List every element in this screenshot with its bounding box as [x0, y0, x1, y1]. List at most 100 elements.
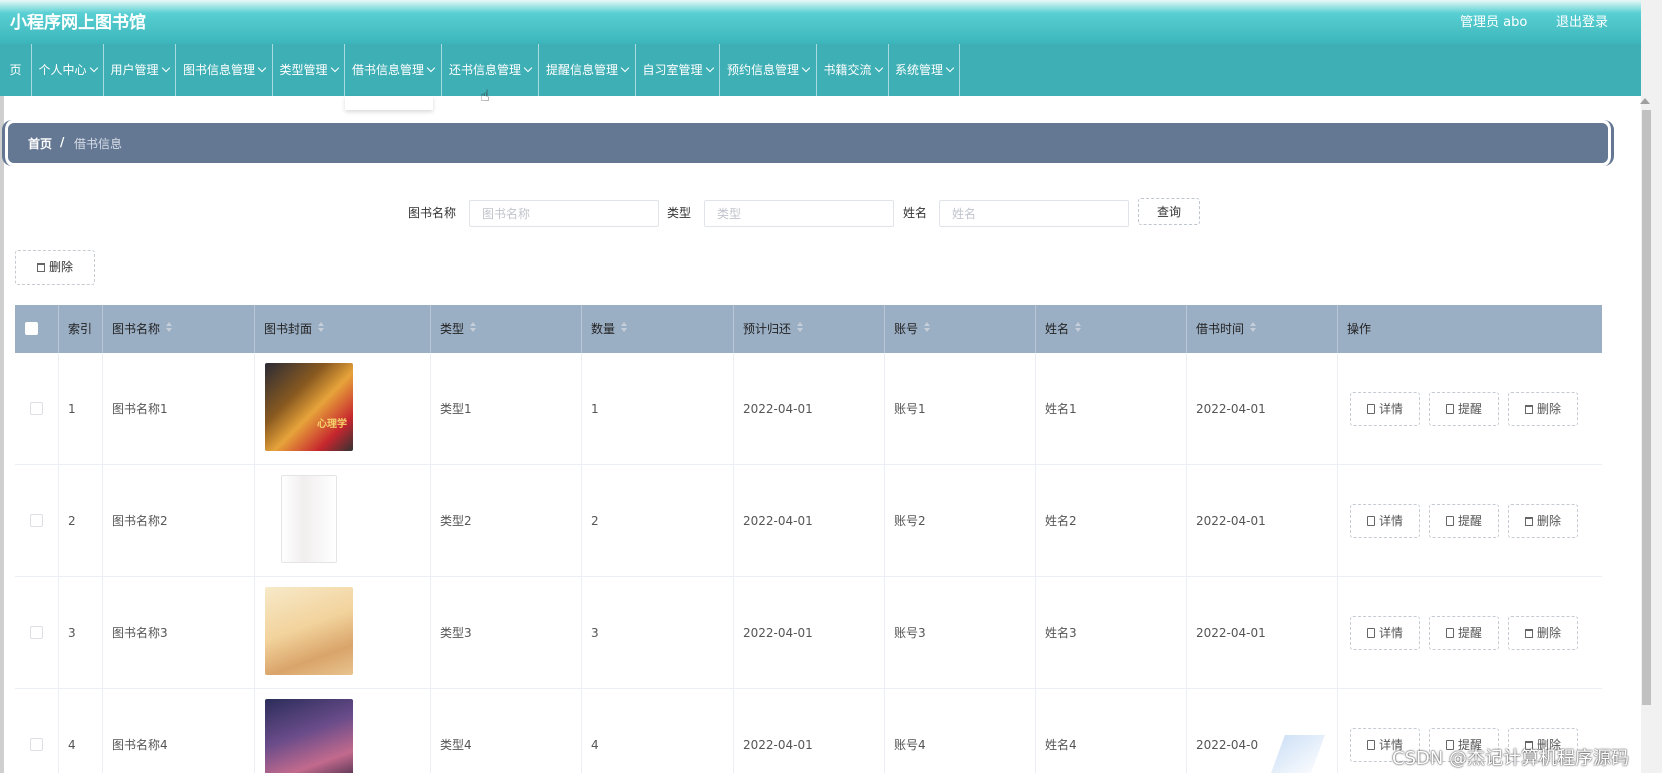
chevron-down-icon	[801, 63, 811, 73]
document-icon	[1445, 628, 1454, 638]
left-edge	[0, 96, 4, 773]
breadcrumb-home[interactable]: 首页	[28, 135, 52, 152]
cell-actions: 详情 提醒 删除	[1338, 353, 1602, 465]
name-input[interactable]	[939, 200, 1129, 227]
nav-item-borrow[interactable]: 借书信息管理	[344, 44, 441, 96]
cell-type: 类型4	[431, 689, 582, 773]
trash-icon	[36, 263, 45, 272]
header-account[interactable]: 账号	[885, 305, 1036, 353]
breadcrumb: 首页 / 借书信息	[8, 123, 1608, 163]
cell-account: 账号3	[885, 577, 1036, 689]
cell-index: 4	[59, 689, 103, 773]
cell-due-date: 2022-04-01	[734, 465, 885, 577]
book-cover-image[interactable]	[265, 699, 353, 773]
row-select-cell	[15, 465, 59, 577]
cell-cover	[255, 465, 431, 577]
cell-due-date: 2022-04-01	[734, 689, 885, 773]
scrollbar-thumb[interactable]	[1642, 110, 1651, 705]
row-checkbox[interactable]	[30, 626, 43, 639]
header-name[interactable]: 姓名	[1036, 305, 1187, 353]
sort-icon[interactable]	[470, 322, 477, 332]
logout-link[interactable]: 退出登录	[1556, 11, 1608, 30]
watermark-text: CSDN @杰记计算机程序源码	[1392, 748, 1630, 769]
header-due-date[interactable]: 预计归还	[734, 305, 885, 353]
nav-item-books[interactable]: 图书信息管理	[175, 44, 272, 96]
nav-item-reserve[interactable]: 预约信息管理	[719, 44, 816, 96]
nav-item-users[interactable]: 用户管理	[103, 44, 175, 96]
cell-quantity: 1	[582, 353, 734, 465]
cell-name: 姓名1	[1036, 353, 1187, 465]
sort-icon[interactable]	[1075, 322, 1082, 332]
cell-name: 姓名4	[1036, 689, 1187, 773]
scroll-up-icon[interactable]	[1640, 98, 1650, 104]
detail-button[interactable]: 详情	[1350, 392, 1420, 426]
nav-item-system[interactable]: 系统管理	[888, 44, 960, 96]
book-cover-image[interactable]	[281, 475, 337, 563]
cell-type: 类型2	[431, 465, 582, 577]
book-cover-image[interactable]	[265, 587, 353, 675]
cell-actions: 详情 提醒 删除	[1338, 577, 1602, 689]
document-icon	[1366, 628, 1375, 638]
breadcrumb-current: 借书信息	[74, 137, 123, 151]
book-name-input[interactable]	[469, 200, 659, 227]
cell-cover: 心理学	[255, 353, 431, 465]
select-all-checkbox[interactable]	[25, 322, 38, 335]
header-book-name[interactable]: 图书名称	[103, 305, 255, 353]
sort-icon[interactable]	[318, 322, 325, 332]
sort-icon[interactable]	[924, 322, 931, 332]
delete-button[interactable]: 删除	[1508, 504, 1578, 538]
nav-item-personal[interactable]: 个人中心	[31, 44, 103, 96]
cell-index: 3	[59, 577, 103, 689]
nav-item-types[interactable]: 类型管理	[272, 44, 344, 96]
row-checkbox[interactable]	[30, 514, 43, 527]
cell-quantity: 4	[582, 689, 734, 773]
book-cover-image[interactable]: 心理学	[265, 363, 353, 451]
cell-quantity: 3	[582, 577, 734, 689]
header-cover[interactable]: 图书封面	[255, 305, 431, 353]
trash-icon	[1524, 517, 1533, 526]
type-label: 类型	[667, 206, 692, 220]
batch-delete-button[interactable]: 删除	[15, 250, 95, 285]
dropdown-menu	[345, 96, 433, 110]
type-input[interactable]	[704, 200, 894, 227]
row-checkbox[interactable]	[30, 402, 43, 415]
app-title: 小程序网上图书馆	[10, 13, 146, 33]
delete-button[interactable]: 删除	[1508, 616, 1578, 650]
nav-item-remind[interactable]: 提醒信息管理	[538, 44, 635, 96]
cell-account: 账号1	[885, 353, 1036, 465]
chevron-down-icon	[161, 63, 170, 73]
sort-icon[interactable]	[166, 322, 173, 332]
remind-button[interactable]: 提醒	[1429, 616, 1499, 650]
row-checkbox[interactable]	[30, 738, 43, 751]
remind-button[interactable]: 提醒	[1429, 504, 1499, 538]
header-borrow-time[interactable]: 借书时间	[1187, 305, 1338, 353]
cell-type: 类型3	[431, 577, 582, 689]
detail-button[interactable]: 详情	[1350, 504, 1420, 538]
remind-button[interactable]: 提醒	[1429, 392, 1499, 426]
cell-index: 1	[59, 353, 103, 465]
row-select-cell	[15, 353, 59, 465]
detail-button[interactable]: 详情	[1350, 616, 1420, 650]
cell-book-name: 图书名称1	[103, 353, 255, 465]
header-type[interactable]: 类型	[431, 305, 582, 353]
current-user: 管理员 abo	[1460, 15, 1528, 30]
table-header: 索引 图书名称 图书封面 类型 数量 预计归还 账号 姓名 借书时间 操作	[15, 305, 1602, 353]
nav-item-exchange[interactable]: 书籍交流	[816, 44, 888, 96]
query-button[interactable]: 查询	[1138, 198, 1200, 225]
cell-book-name: 图书名称3	[103, 577, 255, 689]
cell-cover	[255, 689, 431, 773]
sort-icon[interactable]	[797, 322, 804, 332]
nav-item-study-room[interactable]: 自习室管理	[635, 44, 719, 96]
cell-due-date: 2022-04-01	[734, 577, 885, 689]
trash-icon	[1524, 405, 1533, 414]
header-quantity[interactable]: 数量	[582, 305, 734, 353]
sort-icon[interactable]	[1250, 322, 1257, 332]
chevron-down-icon	[257, 63, 267, 73]
sort-icon[interactable]	[621, 322, 628, 332]
cell-index: 2	[59, 465, 103, 577]
chevron-down-icon	[874, 63, 883, 73]
nav-item-home[interactable]: 页	[0, 44, 31, 96]
chevron-down-icon	[523, 63, 533, 73]
cell-name: 姓名2	[1036, 465, 1187, 577]
delete-button[interactable]: 删除	[1508, 392, 1578, 426]
